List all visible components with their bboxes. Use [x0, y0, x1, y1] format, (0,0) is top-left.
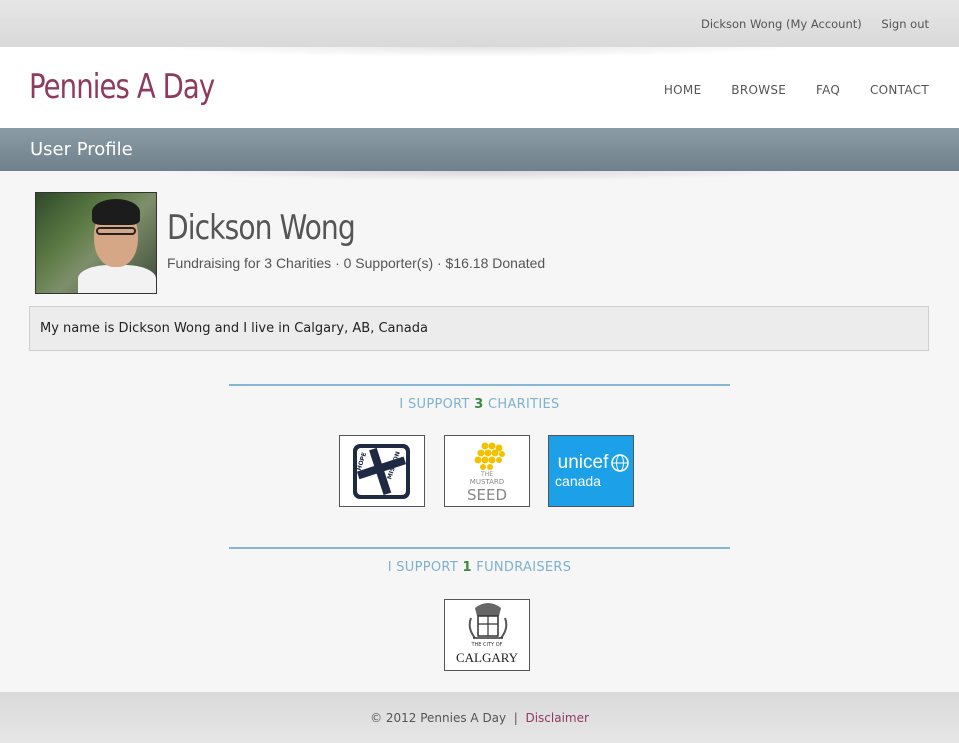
- fundraisers-divider: [229, 547, 730, 549]
- mustard-the-label: THE: [481, 471, 493, 478]
- title-shadow: [150, 171, 809, 181]
- unicef-globe-icon: [611, 454, 629, 472]
- main-nav: HOME BROWSE FAQ CONTACT: [638, 83, 929, 97]
- charities-count: 3: [474, 397, 484, 412]
- my-account-link[interactable]: Dickson Wong (My Account): [701, 17, 862, 31]
- footer-separator: |: [513, 711, 518, 725]
- charity-logo-mustard-seed[interactable]: THE MUSTARD SEED: [444, 435, 530, 507]
- avatar-shirt: [78, 265, 156, 293]
- charities-heading-suffix: CHARITIES: [488, 397, 560, 412]
- fundraisers-count: 1: [462, 560, 472, 575]
- avatar: [35, 192, 157, 294]
- site-header: Pennies A Day HOME BROWSE FAQ CONTACT: [0, 47, 959, 128]
- nav-contact[interactable]: CONTACT: [870, 83, 929, 97]
- fundraisers-heading-suffix: FUNDRAISERS: [476, 560, 572, 575]
- nav-browse[interactable]: BROWSE: [731, 83, 786, 97]
- charities-heading-prefix: I SUPPORT: [399, 397, 470, 412]
- profile-stats: Fundraising for 3 Charities · 0 Supporte…: [167, 255, 546, 271]
- profile-name: Dickson Wong: [167, 208, 356, 248]
- page-title: User Profile: [30, 139, 133, 160]
- mustard-mustard-label: MUSTARD: [469, 478, 505, 486]
- site-logo[interactable]: Pennies A Day: [29, 67, 215, 107]
- nav-home[interactable]: HOME: [664, 83, 702, 97]
- calgary-label: CALGARY: [455, 650, 519, 665]
- fundraisers-heading: I SUPPORT 1 FUNDRAISERS: [229, 560, 730, 575]
- sign-out-link[interactable]: Sign out: [881, 17, 929, 31]
- mustard-seed-label: SEED: [466, 486, 508, 504]
- account-links: Dickson Wong (My Account) Sign out: [685, 17, 929, 31]
- city-of-label: THE CITY OF: [471, 642, 503, 648]
- footer-text: © 2012 Pennies A Day | Disclaimer: [0, 711, 959, 725]
- profile-bio: My name is Dickson Wong and I live in Ca…: [40, 321, 428, 336]
- fundraiser-logo-city-of-calgary[interactable]: THE CITY OF CALGARY: [444, 599, 530, 671]
- page-title-bar: User Profile: [0, 128, 959, 171]
- avatar-glasses: [96, 227, 136, 235]
- fundraisers-heading-prefix: I SUPPORT: [387, 560, 459, 575]
- footer-copyright: © 2012 Pennies A Day: [370, 711, 507, 725]
- charity-logo-hope-mission[interactable]: HOPE MISSION: [339, 435, 425, 507]
- disclaimer-link[interactable]: Disclaimer: [525, 711, 588, 725]
- charities-divider: [229, 384, 730, 386]
- charities-heading: I SUPPORT 3 CHARITIES: [229, 397, 730, 412]
- canada-label: canada: [555, 473, 601, 489]
- charity-logo-unicef-canada[interactable]: unicef canada: [548, 435, 634, 507]
- nav-faq[interactable]: FAQ: [816, 83, 840, 97]
- top-bar: Dickson Wong (My Account) Sign out: [0, 0, 959, 47]
- site-footer: © 2012 Pennies A Day | Disclaimer: [0, 692, 959, 743]
- profile-bio-box: My name is Dickson Wong and I live in Ca…: [29, 306, 929, 351]
- avatar-hair: [92, 199, 140, 225]
